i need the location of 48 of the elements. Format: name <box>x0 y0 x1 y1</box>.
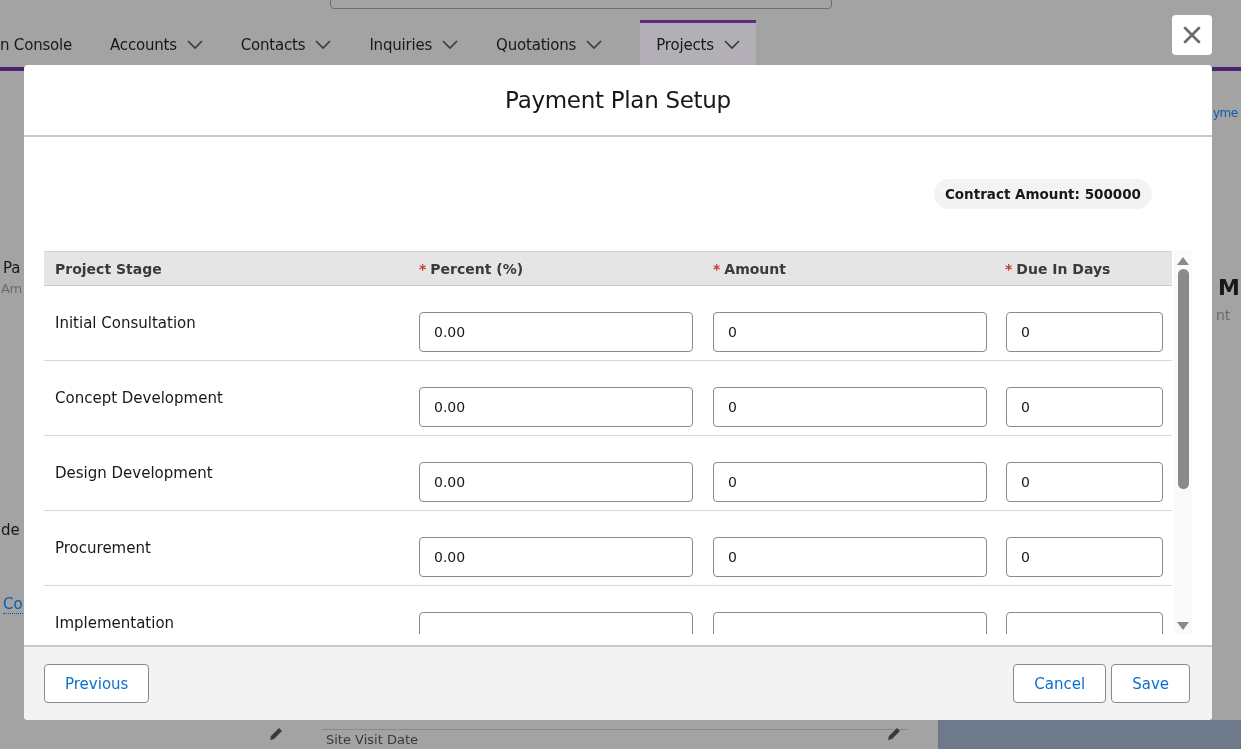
percent-field[interactable]: 0.00 <box>419 312 693 352</box>
amount-field[interactable]: 0 <box>713 537 987 577</box>
modal-title: Payment Plan Setup <box>505 87 731 113</box>
save-button[interactable]: Save <box>1111 664 1190 703</box>
nav-tab[interactable]: Accounts <box>110 20 219 67</box>
record-title: Pa <box>3 259 21 277</box>
field-label: de <box>1 521 20 539</box>
card-subtitle: nt <box>1216 307 1231 323</box>
amount-field[interactable]: 0 <box>713 312 987 352</box>
due-days-field[interactable]: 0 <box>1006 462 1163 502</box>
nav-tab[interactable]: Quotations <box>496 20 619 67</box>
due-days-field[interactable]: 0 <box>1006 537 1163 577</box>
amount-field[interactable]: 0 <box>713 387 987 427</box>
required-mark: * <box>713 260 721 277</box>
cancel-button[interactable]: Cancel <box>1013 664 1107 703</box>
close-icon <box>1181 24 1203 46</box>
nav-tab[interactable]: Inquiries <box>369 20 475 67</box>
required-mark: * <box>1005 260 1013 277</box>
previous-button[interactable]: Previous <box>44 664 150 703</box>
caret-up-icon[interactable] <box>1177 257 1189 265</box>
column-header: Percent (%) <box>430 260 524 277</box>
nav-tab[interactable]: n Console <box>0 20 89 67</box>
required-mark: * <box>419 260 427 277</box>
scrollbar[interactable] <box>1174 251 1192 634</box>
percent-field[interactable]: 0.00 <box>419 462 693 502</box>
contract-amount-badge: Contract Amount: 500000 <box>933 179 1152 209</box>
nav-tab[interactable]: Projects <box>640 20 756 67</box>
due-days-field[interactable]: 0 <box>1006 312 1163 352</box>
stage-name: Initial Consultation <box>54 313 197 334</box>
stage-name: Implementation <box>54 613 176 634</box>
pencil-icon[interactable] <box>886 726 902 742</box>
close-button[interactable] <box>1172 15 1212 55</box>
percent-field[interactable]: 0.00 <box>419 387 693 427</box>
column-header: Amount <box>724 260 786 277</box>
stage-name: Procurement <box>54 538 152 559</box>
pencil-icon[interactable] <box>268 726 284 742</box>
due-days-field[interactable]: 0 <box>1006 387 1163 427</box>
stage-name: Design Development <box>54 463 214 484</box>
record-subtitle: Am <box>1 281 22 296</box>
nav-tab[interactable]: Contacts <box>240 20 348 67</box>
stage-name: Concept Development <box>54 388 224 409</box>
column-header: Project Stage <box>55 260 162 277</box>
percent-field[interactable]: 0.00 <box>419 537 693 577</box>
caret-down-icon[interactable] <box>1177 622 1189 630</box>
amount-field[interactable]: 0 <box>713 462 987 502</box>
field-label: Site Visit Date <box>326 732 418 748</box>
column-header: Due In Days <box>1016 260 1111 277</box>
card-title: M <box>1218 275 1240 300</box>
